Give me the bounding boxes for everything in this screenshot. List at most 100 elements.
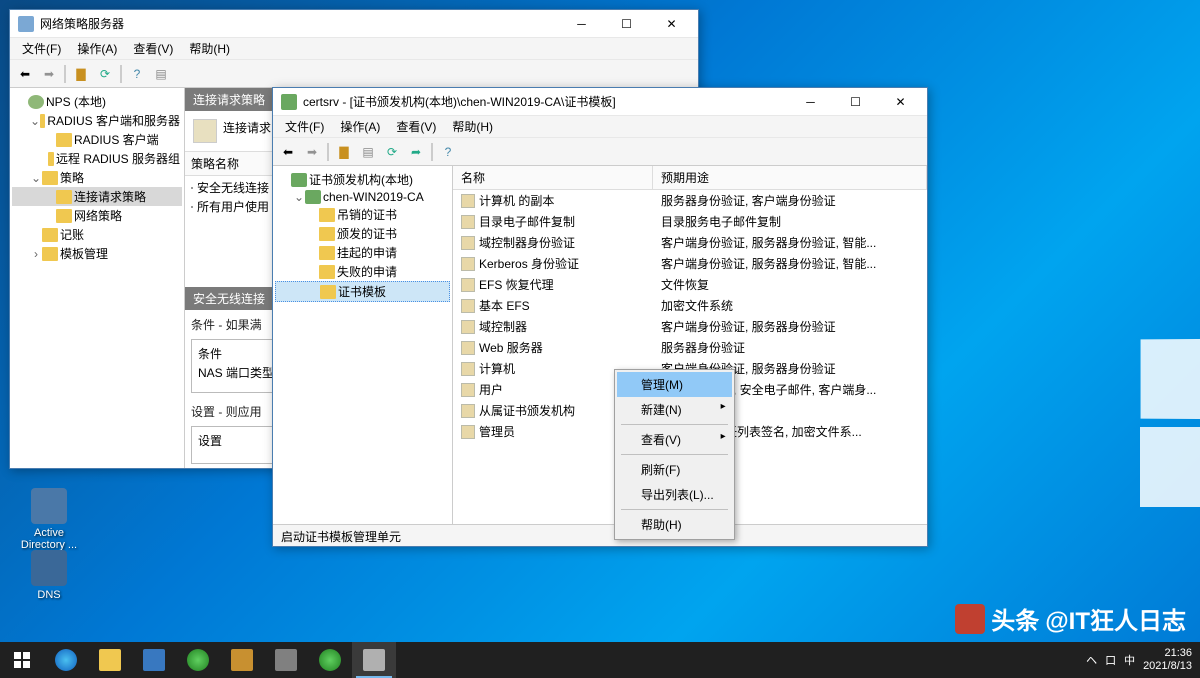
col-name[interactable]: 名称: [453, 166, 653, 190]
table-row[interactable]: Web 服务器: [453, 337, 653, 358]
doclist-icon[interactable]: ▤: [357, 141, 379, 163]
tray-chevron-up-icon[interactable]: ヘ: [1086, 652, 1097, 668]
ctx-item[interactable]: 刷新(F): [617, 457, 732, 482]
tree-node[interactable]: NPS (本地): [12, 92, 182, 111]
table-cell: 客户端身份验证, 服务器身份验证, 智能...: [653, 253, 927, 274]
col-usage[interactable]: 预期用途: [653, 166, 927, 190]
menu-view[interactable]: 查看(V): [388, 116, 444, 137]
menu-help[interactable]: 帮助(H): [181, 38, 238, 59]
tray-clock[interactable]: 21:36 2021/8/13: [1143, 647, 1192, 673]
menu-help[interactable]: 帮助(H): [444, 116, 501, 137]
ctx-item[interactable]: 查看(V): [617, 427, 732, 452]
close-button[interactable]: ✕: [878, 88, 923, 116]
doc-icon: [191, 206, 193, 208]
taskbar-explorer[interactable]: [88, 642, 132, 678]
template-icon: [461, 341, 475, 355]
forward-icon[interactable]: ➡: [301, 141, 323, 163]
template-icon: [461, 215, 475, 229]
tree-node[interactable]: 远程 RADIUS 服务器组: [12, 149, 182, 168]
toolbar-certsrv: ⬅ ➡ ▇ ▤ ⟳ ➦ ?: [273, 138, 927, 166]
menu-action[interactable]: 操作(A): [332, 116, 388, 137]
doc-icon: [191, 187, 193, 189]
help-icon[interactable]: ?: [437, 141, 459, 163]
start-button[interactable]: [0, 642, 44, 678]
tree-node[interactable]: 挂起的申请: [275, 243, 450, 262]
table-row[interactable]: 域控制器身份验证: [453, 232, 653, 253]
export-icon[interactable]: ➦: [405, 141, 427, 163]
tree-node[interactable]: 失败的申请: [275, 262, 450, 281]
taskbar[interactable]: ヘ 口 中 21:36 2021/8/13: [0, 642, 1200, 678]
tray-network-icon[interactable]: 口: [1105, 652, 1116, 668]
minimize-button[interactable]: ─: [788, 88, 833, 116]
taskbar-app6-active[interactable]: [352, 642, 396, 678]
maximize-button[interactable]: ☐: [604, 10, 649, 38]
table-row[interactable]: 计算机 的副本: [453, 190, 653, 211]
taskbar-app2[interactable]: [176, 642, 220, 678]
watermark: 头条 @IT狂人日志: [955, 601, 1186, 636]
titlebar-certsrv[interactable]: certsrv - [证书颁发机构(本地)\chen-WIN2019-CA\证书…: [273, 88, 927, 116]
doc-icon: [193, 119, 217, 143]
taskbar-app5[interactable]: [308, 642, 352, 678]
tree-node[interactable]: 网络策略: [12, 206, 182, 225]
tree-node[interactable]: 记账: [12, 225, 182, 244]
table-row[interactable]: Kerberos 身份验证: [453, 253, 653, 274]
refresh-icon[interactable]: ⟳: [94, 63, 116, 85]
table-row[interactable]: 基本 EFS: [453, 295, 653, 316]
menu-file[interactable]: 文件(F): [277, 116, 332, 137]
template-icon: [461, 299, 475, 313]
tree-node[interactable]: 证书颁发机构(本地): [275, 170, 450, 189]
template-icon: [461, 404, 475, 418]
tree-node[interactable]: ⌄策略: [12, 168, 182, 187]
maximize-button[interactable]: ☐: [833, 88, 878, 116]
taskbar-ie[interactable]: [44, 642, 88, 678]
template-icon: [461, 425, 475, 439]
menu-view[interactable]: 查看(V): [125, 38, 181, 59]
minimize-button[interactable]: ─: [559, 10, 604, 38]
tree-node[interactable]: 证书模板: [275, 281, 450, 302]
table-row[interactable]: 域控制器: [453, 316, 653, 337]
tree-node[interactable]: ›模板管理: [12, 244, 182, 263]
taskbar-app3[interactable]: [220, 642, 264, 678]
back-icon[interactable]: ⬅: [14, 63, 36, 85]
certsrv-icon: [281, 94, 297, 110]
menu-action[interactable]: 操作(A): [69, 38, 125, 59]
taskbar-app1[interactable]: [132, 642, 176, 678]
tree-node[interactable]: ⌄chen-WIN2019-CA: [275, 189, 450, 205]
taskbar-app4[interactable]: [264, 642, 308, 678]
tree-node[interactable]: 吊销的证书: [275, 205, 450, 224]
folder-icon[interactable]: ▇: [70, 63, 92, 85]
ctx-item[interactable]: 管理(M): [617, 372, 732, 397]
desktop-icon-ad[interactable]: Active Directory ...: [12, 488, 86, 551]
ctx-item[interactable]: 导出列表(L)...: [617, 482, 732, 507]
desktop-icon-dns[interactable]: DNS: [12, 550, 86, 601]
close-button[interactable]: ✕: [649, 10, 694, 38]
tree-node[interactable]: RADIUS 客户端: [12, 130, 182, 149]
refresh-icon[interactable]: ⟳: [381, 141, 403, 163]
menu-file[interactable]: 文件(F): [14, 38, 69, 59]
folder-icon[interactable]: ▇: [333, 141, 355, 163]
table-cell: 加密文件系统: [653, 295, 927, 316]
template-icon: [461, 194, 475, 208]
context-menu[interactable]: 管理(M)新建(N) 查看(V) 刷新(F)导出列表(L)... 帮助(H): [614, 369, 735, 540]
tree-certsrv[interactable]: 证书颁发机构(本地)⌄chen-WIN2019-CA吊销的证书颁发的证书挂起的申…: [273, 166, 453, 524]
template-icon: [461, 278, 475, 292]
table-row[interactable]: 目录电子邮件复制: [453, 211, 653, 232]
tree-node[interactable]: ⌄RADIUS 客户端和服务器: [12, 111, 182, 130]
titlebar-nps[interactable]: 网络策略服务器 ─ ☐ ✕: [10, 10, 698, 38]
back-icon[interactable]: ⬅: [277, 141, 299, 163]
forward-icon[interactable]: ➡: [38, 63, 60, 85]
ctx-item[interactable]: 帮助(H): [617, 512, 732, 537]
template-icon: [461, 236, 475, 250]
tree-node[interactable]: 颁发的证书: [275, 224, 450, 243]
ctx-item[interactable]: 新建(N): [617, 397, 732, 422]
list-icon[interactable]: ▤: [150, 63, 172, 85]
tree-node[interactable]: 连接请求策略: [12, 187, 182, 206]
menubar-certsrv: 文件(F) 操作(A) 查看(V) 帮助(H): [273, 116, 927, 138]
tray-ime[interactable]: 中: [1124, 652, 1135, 668]
system-tray[interactable]: ヘ 口 中 21:36 2021/8/13: [1078, 647, 1200, 673]
tree-nps[interactable]: NPS (本地)⌄RADIUS 客户端和服务器RADIUS 客户端远程 RADI…: [10, 88, 185, 468]
table-row[interactable]: EFS 恢复代理: [453, 274, 653, 295]
title-text: certsrv - [证书颁发机构(本地)\chen-WIN2019-CA\证书…: [303, 93, 788, 110]
help-icon[interactable]: ?: [126, 63, 148, 85]
table-cell: 服务器身份验证: [653, 337, 927, 358]
